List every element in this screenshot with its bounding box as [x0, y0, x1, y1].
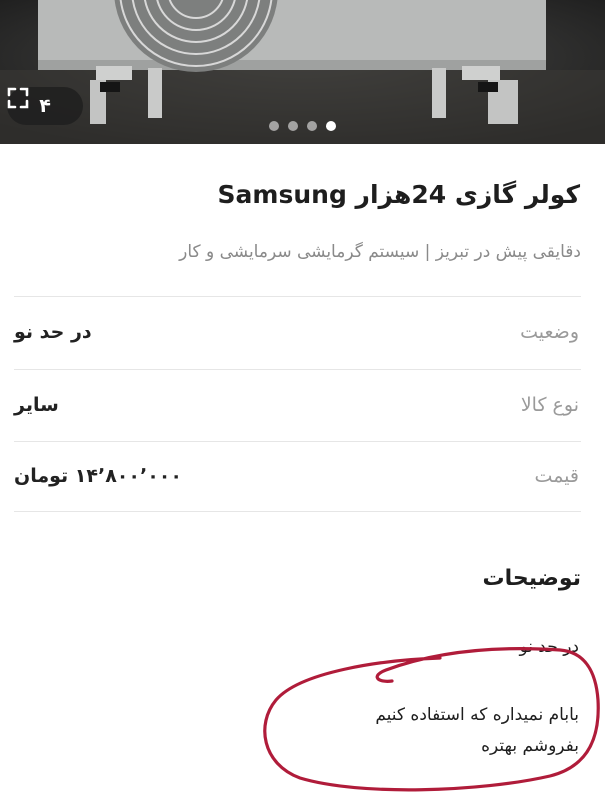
description-line: بابام نمیداره که استفاده کنیم [375, 705, 579, 725]
price-value: ۱۴٬۸۰۰٬۰۰۰ تومان [14, 465, 182, 487]
photo-count: ۴ [39, 95, 51, 117]
description-line: بفروشم بهتره [481, 736, 579, 756]
condition-value: در حد نو [14, 321, 92, 343]
divider [14, 441, 581, 442]
pagination-dot[interactable] [307, 121, 317, 131]
price-label: قیمت [534, 465, 579, 487]
pagination-dot[interactable] [288, 121, 298, 131]
photo-counter[interactable]: ۴ [7, 87, 83, 125]
item-type-value: سایر [14, 394, 59, 416]
item-type-label: نوع کالا [520, 394, 579, 416]
listing-title: کولر گازی 24هزار Samsung [217, 180, 580, 209]
pagination-dot-active[interactable] [326, 121, 336, 131]
description-heading: توضیحات [482, 566, 581, 591]
description-line: در حد نو [519, 637, 579, 657]
expand-icon [7, 87, 29, 109]
photo-gallery[interactable]: ۴ [0, 0, 605, 144]
listing-subtitle: دقایقی پیش در تبریز | سیستم گرمایشی سرما… [179, 242, 581, 262]
gallery-pagination [0, 121, 605, 133]
divider [14, 511, 581, 512]
condition-label: وضعیت [520, 321, 579, 343]
divider [14, 369, 581, 370]
pagination-dot[interactable] [269, 121, 279, 131]
divider [14, 296, 581, 297]
